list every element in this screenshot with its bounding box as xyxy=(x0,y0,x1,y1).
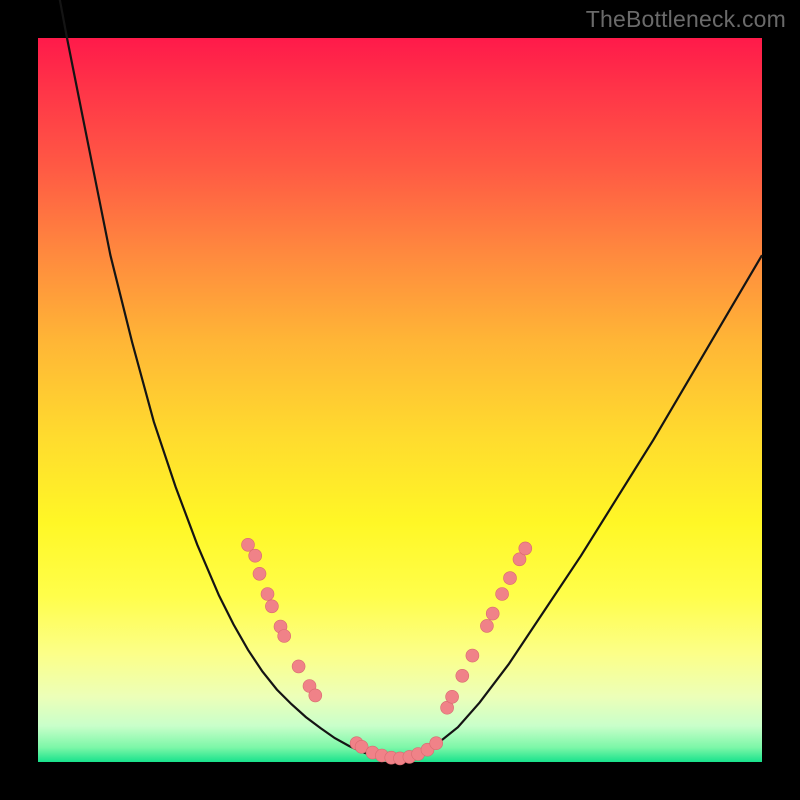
curve-marker xyxy=(446,690,459,703)
bottleneck-curve xyxy=(38,0,762,759)
curve-marker xyxy=(466,649,479,662)
watermark-label: TheBottleneck.com xyxy=(586,6,786,33)
bottleneck-chart-svg xyxy=(38,38,762,762)
curve-markers xyxy=(242,538,532,765)
curve-marker xyxy=(504,572,517,585)
curve-marker xyxy=(249,549,262,562)
curve-marker xyxy=(261,588,274,601)
curve-marker xyxy=(292,660,305,673)
plot-area xyxy=(38,38,762,762)
curve-marker xyxy=(278,630,291,643)
chart-frame: TheBottleneck.com xyxy=(0,0,800,800)
curve-marker xyxy=(456,669,469,682)
curve-marker xyxy=(242,538,255,551)
curve-marker xyxy=(480,619,493,632)
curve-marker xyxy=(265,600,278,613)
curve-marker xyxy=(519,542,532,555)
curve-marker xyxy=(496,588,509,601)
curve-marker xyxy=(430,737,443,750)
curve-marker xyxy=(486,607,499,620)
curve-marker xyxy=(309,689,322,702)
curve-marker xyxy=(253,567,266,580)
